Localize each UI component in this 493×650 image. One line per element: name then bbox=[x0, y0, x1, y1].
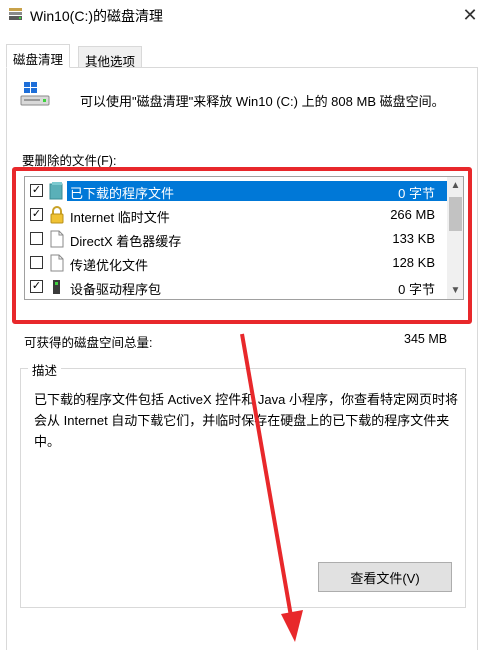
file-size: 266 MB bbox=[390, 207, 435, 222]
scroll-down-button[interactable]: ▼ bbox=[447, 282, 463, 299]
scroll-up-button[interactable]: ▲ bbox=[447, 177, 463, 194]
tab-more-options[interactable]: 其他选项 bbox=[78, 46, 143, 69]
drive-icon bbox=[20, 82, 50, 106]
list-item[interactable]: ✓ 设备驱动程序包 0 字节 bbox=[25, 275, 447, 299]
close-button[interactable]: ✕ bbox=[447, 0, 493, 30]
lock-icon bbox=[50, 206, 64, 224]
chevron-down-icon: ▼ bbox=[450, 285, 461, 296]
file-size: 0 字节 bbox=[398, 282, 435, 297]
device-icon bbox=[53, 280, 60, 294]
list-item[interactable]: DirectX 着色器缓存 133 KB bbox=[25, 227, 447, 251]
total-space-label: 可获得的磁盘空间总量: bbox=[24, 336, 153, 350]
total-space-value: 345 MB bbox=[404, 332, 448, 346]
description-legend: 描述 bbox=[28, 360, 62, 379]
list-item[interactable]: ✓ 已下载的程序文件 0 字节 bbox=[25, 179, 447, 203]
scroll-thumb[interactable] bbox=[449, 197, 462, 231]
list-item[interactable]: 传递优化文件 128 KB bbox=[25, 251, 447, 275]
file-name: 已下载的程序文件 bbox=[70, 186, 175, 201]
file-name: Internet 临时文件 bbox=[70, 210, 170, 225]
tab-disk-cleanup[interactable]: 磁盘清理 bbox=[6, 44, 71, 68]
checkbox[interactable] bbox=[30, 232, 43, 245]
file-size: 0 字节 bbox=[398, 186, 435, 201]
chevron-up-icon: ▲ bbox=[450, 180, 461, 191]
description-text: 已下载的程序文件包括 ActiveX 控件和 Java 小程序，你查看特定网页时… bbox=[34, 392, 458, 449]
document-icon bbox=[50, 230, 64, 248]
list-scrollbar[interactable]: ▲ ▼ bbox=[447, 177, 463, 299]
folder-icon bbox=[49, 182, 63, 200]
file-size: 133 KB bbox=[392, 231, 435, 246]
list-item[interactable]: ✓ Internet 临时文件 266 MB bbox=[25, 203, 447, 227]
file-name: 传递优化文件 bbox=[70, 258, 149, 273]
files-to-delete-label: 要删除的文件(F): bbox=[22, 154, 117, 168]
document-icon bbox=[50, 254, 64, 272]
close-icon: ✕ bbox=[462, 4, 478, 25]
file-name: DirectX 着色器缓存 bbox=[70, 234, 182, 249]
checkbox[interactable]: ✓ bbox=[30, 208, 43, 221]
checkbox[interactable]: ✓ bbox=[30, 184, 43, 197]
view-files-button[interactable]: 查看文件(V) bbox=[318, 562, 452, 592]
files-list[interactable]: ✓ 已下载的程序文件 0 字节 ✓ Internet 临时文件 266 MB D… bbox=[24, 176, 464, 300]
checkbox[interactable] bbox=[30, 256, 43, 269]
intro-text: 可以使用"磁盘清理"来释放 Win10 (C:) 上的 808 MB 磁盘空间。 bbox=[80, 94, 445, 109]
checkbox[interactable]: ✓ bbox=[30, 280, 43, 293]
title-bar: Win10(C:)的磁盘清理 ✕ bbox=[0, 0, 493, 30]
window-title: Win10(C:)的磁盘清理 bbox=[30, 8, 164, 24]
file-name: 设备驱动程序包 bbox=[70, 282, 162, 297]
disk-cleanup-icon bbox=[9, 8, 22, 20]
file-size: 128 KB bbox=[392, 255, 435, 270]
